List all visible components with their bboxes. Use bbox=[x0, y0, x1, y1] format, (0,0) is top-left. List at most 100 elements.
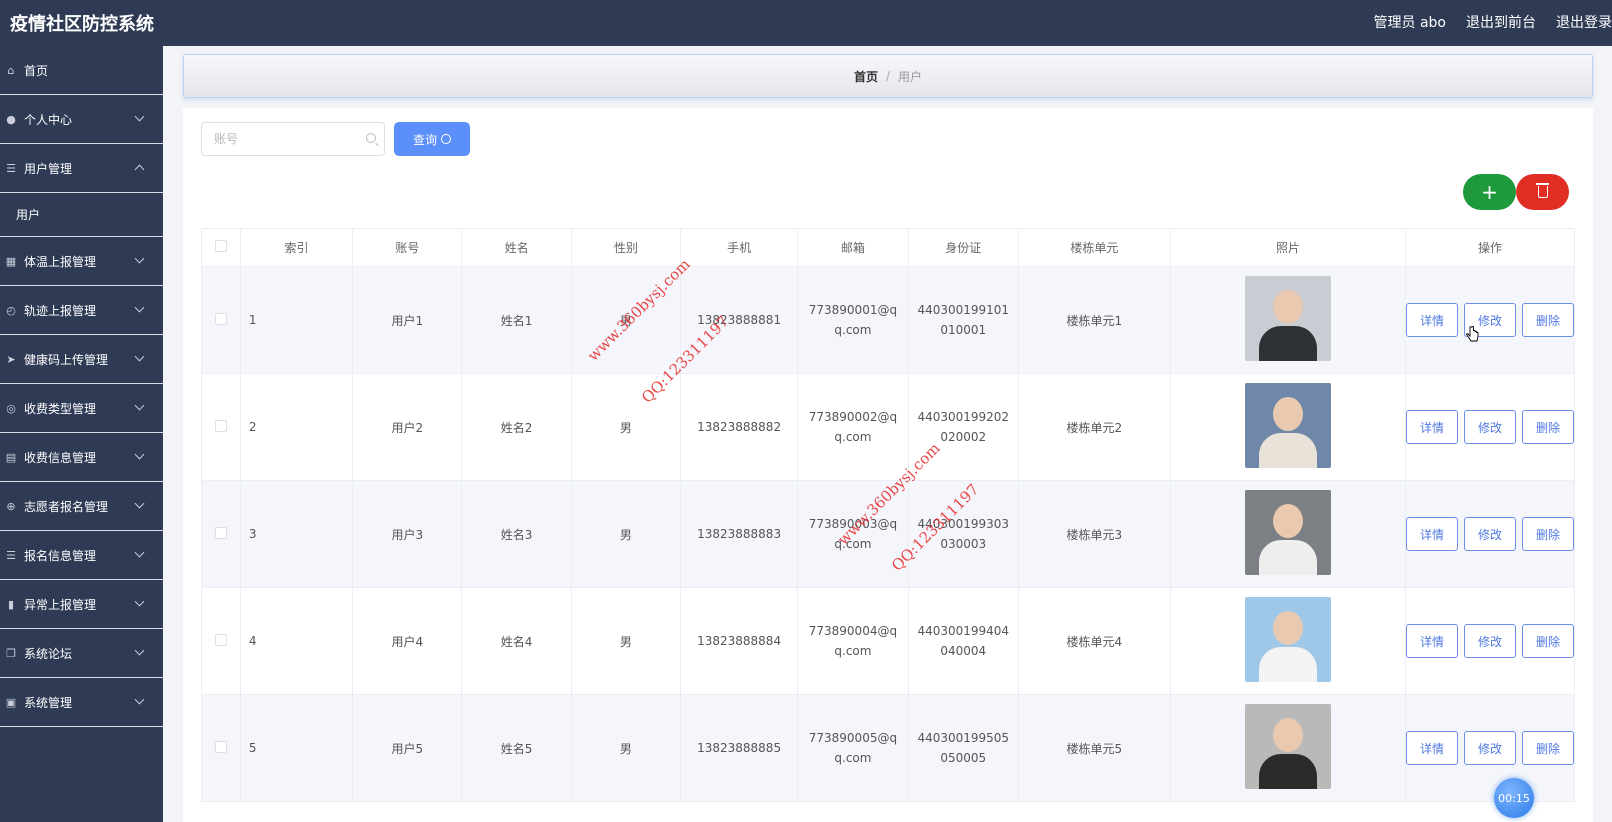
add-button[interactable]: + bbox=[1463, 174, 1516, 210]
user-photo[interactable] bbox=[1244, 597, 1331, 682]
phone-cell: 13823888882 bbox=[680, 373, 799, 481]
table-row: 5 用户5 姓名5 男 13823888885 773890005@qq.com 44030… bbox=[201, 694, 1575, 802]
exit-to-front-link[interactable]: 退出到前台 bbox=[1466, 12, 1536, 32]
column-header: 照片 bbox=[1169, 228, 1407, 267]
account-cell: 用户1 bbox=[352, 266, 463, 374]
query-button[interactable]: 查询 bbox=[394, 122, 470, 156]
column-header: 账号 bbox=[352, 228, 463, 267]
sidebar-item-8[interactable]: ⊕ 志愿者报名管理 bbox=[0, 482, 163, 531]
main-content: 首页 / 用户 查询 + 索引账号姓名性别手机邮箱身份证楼栋单元照片操作 1用户… bbox=[163, 46, 1612, 822]
row-checkbox[interactable] bbox=[214, 312, 227, 325]
user-photo[interactable] bbox=[1244, 276, 1331, 361]
logout-link[interactable]: 退出登录 bbox=[1556, 12, 1612, 32]
detail-button[interactable]: 详情 bbox=[1406, 517, 1458, 551]
table-row: 1 用户1 姓名1 男 13823888881 773890001@qq.com 44030… bbox=[201, 266, 1575, 374]
delete-button[interactable]: 删除 bbox=[1522, 731, 1574, 765]
account-cell: 用户2 bbox=[352, 373, 463, 481]
sidebar-item-6[interactable]: ◎ 收费类型管理 bbox=[0, 384, 163, 433]
sidebar-item-2[interactable]: ☰ 用户管理 bbox=[0, 144, 163, 193]
sidebar-item-9[interactable]: ☰ 报名信息管理 bbox=[0, 531, 163, 580]
sidebar-item-label: 轨迹上报管理 bbox=[24, 303, 97, 318]
search-icon bbox=[441, 134, 451, 144]
sidebar-item-4[interactable]: ◴ 轨迹上报管理 bbox=[0, 286, 163, 335]
sidebar-item-7[interactable]: ▤ 收费信息管理 bbox=[0, 433, 163, 482]
sidebar-item-10[interactable]: ▮ 异常上报管理 bbox=[0, 580, 163, 629]
select-all-cell bbox=[201, 228, 241, 267]
select-all-checkbox[interactable] bbox=[214, 240, 227, 252]
sidebar-item-0[interactable]: ⌂ 首页 bbox=[0, 46, 163, 95]
index-cell: 3 bbox=[239, 480, 354, 588]
row-select-cell bbox=[201, 266, 241, 374]
gender-cell: 男 bbox=[570, 480, 682, 588]
edit-button[interactable]: 修改 bbox=[1464, 410, 1516, 444]
unit-cell: 楼栋单元2 bbox=[1017, 373, 1171, 481]
sidebar-item-3[interactable]: ▦ 体温上报管理 bbox=[0, 237, 163, 286]
grid-icon: ▦ bbox=[5, 254, 17, 268]
user-photo[interactable] bbox=[1244, 383, 1331, 468]
breadcrumb-home[interactable]: 首页 bbox=[854, 68, 878, 85]
chevron-down-icon bbox=[134, 547, 145, 558]
hand-cursor-icon bbox=[1466, 326, 1479, 342]
phone-cell: 13823888885 bbox=[680, 694, 799, 802]
edit-button[interactable]: 修改 bbox=[1464, 517, 1516, 551]
delete-button[interactable]: 删除 bbox=[1522, 517, 1574, 551]
detail-button[interactable]: 详情 bbox=[1406, 731, 1458, 765]
sidebar-item-5[interactable]: ➤ 健康码上传管理 bbox=[0, 335, 163, 384]
photo-body bbox=[1258, 647, 1317, 682]
id-card-cell: 440300199404040004 bbox=[907, 587, 1019, 695]
delete-button[interactable]: 删除 bbox=[1522, 624, 1574, 658]
row-checkbox[interactable] bbox=[214, 526, 227, 539]
app-title: 疫情社区防控系统 bbox=[10, 14, 154, 35]
sidebar-item-11[interactable]: ❐ 系统论坛 bbox=[0, 629, 163, 678]
sidebar-subitem-users[interactable]: 用户 bbox=[0, 193, 163, 237]
edit-button[interactable]: 修改 bbox=[1464, 624, 1516, 658]
user-table: 索引 账号 姓名 性别 手机 邮箱 身份证 楼栋单元 照片 操作 1 用户1 姓名1 男 13823888… bbox=[201, 228, 1575, 802]
index-cell: 5 bbox=[239, 694, 354, 802]
account-search-input[interactable] bbox=[214, 132, 354, 146]
email-cell: 773890001@qq.com bbox=[797, 266, 909, 374]
gender-cell: 男 bbox=[570, 694, 682, 802]
id-card-text: 440300199404040004 bbox=[917, 624, 1010, 658]
table-row: 4 用户4 姓名4 男 13823888884 773890004@qq.com 44030… bbox=[201, 587, 1575, 695]
delete-button[interactable]: 删除 bbox=[1522, 303, 1574, 337]
detail-button[interactable]: 详情 bbox=[1406, 410, 1458, 444]
delete-button[interactable]: 删除 bbox=[1522, 410, 1574, 444]
column-header: 身份证 bbox=[907, 228, 1019, 267]
user-photo[interactable] bbox=[1244, 704, 1331, 789]
sidebar-item-12[interactable]: ▣ 系统管理 bbox=[0, 678, 163, 727]
index-cell: 1 bbox=[239, 266, 354, 374]
row-actions: 详情 修改 删除 bbox=[1406, 624, 1574, 658]
circle-icon: ◎ bbox=[6, 401, 16, 415]
photo-body bbox=[1258, 433, 1317, 468]
sidebar-item-1[interactable]: ● 个人中心 bbox=[0, 95, 163, 144]
clipboard-icon: ▣ bbox=[5, 695, 17, 709]
user-photo[interactable] bbox=[1244, 490, 1331, 575]
id-card-text: 440300199505050005 bbox=[917, 731, 1010, 765]
sidebar-item-label: 异常上报管理 bbox=[24, 597, 97, 612]
chevron-down-icon bbox=[134, 645, 145, 656]
query-button-label: 查询 bbox=[412, 132, 437, 147]
detail-button[interactable]: 详情 bbox=[1406, 624, 1458, 658]
batch-delete-button[interactable] bbox=[1516, 174, 1569, 210]
sidebar-item-label: 系统管理 bbox=[24, 695, 73, 710]
row-actions: 详情 修改 删除 bbox=[1406, 410, 1574, 444]
index-cell: 2 bbox=[239, 373, 354, 481]
row-actions: 详情 修改 删除 bbox=[1406, 731, 1574, 765]
row-checkbox[interactable] bbox=[214, 419, 227, 432]
column-header: 邮箱 bbox=[797, 228, 909, 267]
compass-icon: ◴ bbox=[6, 303, 16, 317]
edit-button[interactable]: 修改 bbox=[1464, 731, 1516, 765]
row-checkbox[interactable] bbox=[214, 633, 227, 646]
chevron-down-icon bbox=[134, 351, 145, 362]
sidebar: ⌂ 首页 ● 个人中心 ☰ 用户管理 用户 ▦ 体温上报管理 ◴ 轨迹上报管理 ➤ 健康码上传管理 ◎ 收费… bbox=[0, 46, 163, 822]
operations-cell: 详情 修改 删除 bbox=[1405, 373, 1575, 481]
name-cell: 姓名1 bbox=[461, 266, 572, 374]
row-checkbox[interactable] bbox=[214, 740, 227, 753]
sidebar-item-label: 报名信息管理 bbox=[24, 548, 97, 563]
photo-head bbox=[1272, 718, 1303, 752]
unit-cell: 楼栋单元3 bbox=[1017, 480, 1171, 588]
detail-button[interactable]: 详情 bbox=[1406, 303, 1458, 337]
photo-head bbox=[1272, 611, 1303, 645]
row-select-cell bbox=[201, 480, 241, 588]
top-bar: 疫情社区防控系统 管理员 abo 退出到前台 退出登录 bbox=[0, 0, 1612, 46]
